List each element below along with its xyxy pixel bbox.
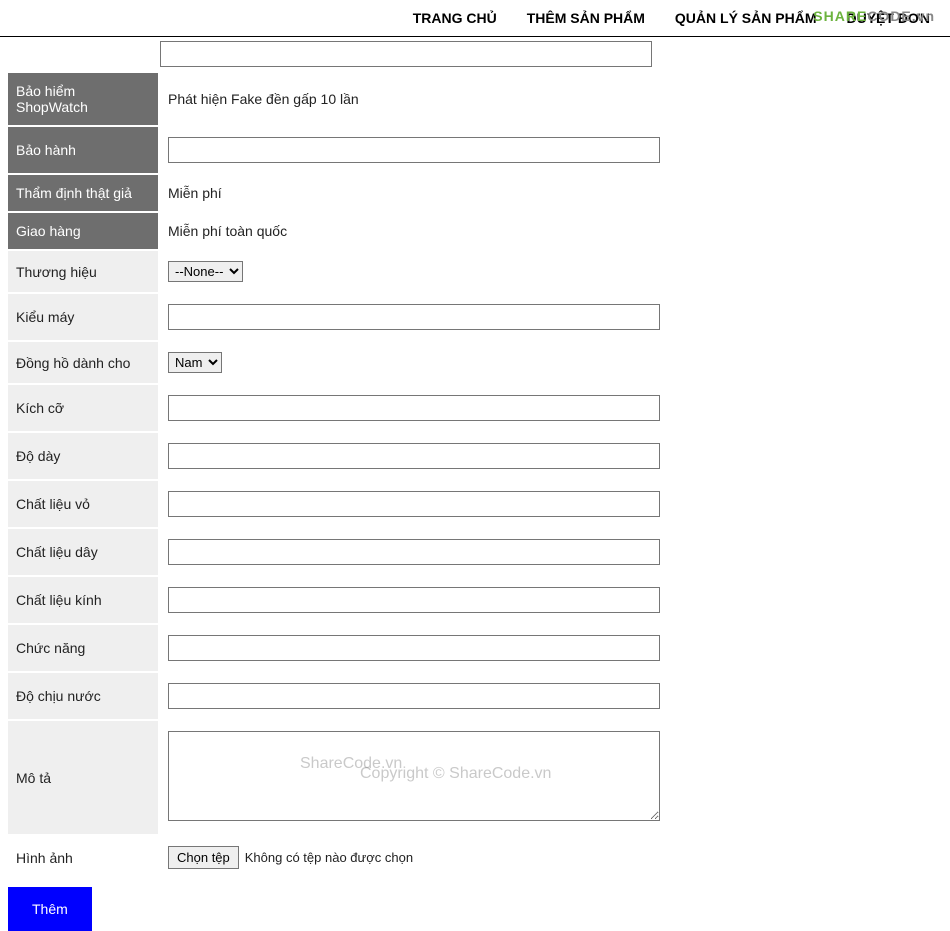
input-doday[interactable] bbox=[168, 443, 660, 469]
input-kieumay[interactable] bbox=[168, 304, 660, 330]
label-kichco: Kích cỡ bbox=[8, 385, 158, 431]
nav-home[interactable]: TRANG CHỦ bbox=[413, 10, 497, 26]
input-chatlieuvo[interactable] bbox=[168, 491, 660, 517]
value-baohiem: Phát hiện Fake đền gấp 10 lần bbox=[160, 73, 672, 125]
label-baohanh: Bảo hành bbox=[8, 127, 158, 173]
input-chatlieukinh[interactable] bbox=[168, 587, 660, 613]
nav-manage-product[interactable]: QUẢN LÝ SẢN PHẨM bbox=[675, 10, 817, 26]
value-giaohang: Miễn phí toàn quốc bbox=[160, 213, 672, 249]
top-nav: TRANG CHỦ THÊM SẢN PHẨM QUẢN LÝ SẢN PHẨM… bbox=[0, 0, 950, 37]
label-kieumay: Kiểu máy bbox=[8, 294, 158, 340]
label-chucnang: Chức năng bbox=[8, 625, 158, 671]
file-status-text: Không có tệp nào được chọn bbox=[245, 850, 413, 865]
logo-suffix: .vn bbox=[912, 8, 935, 24]
input-dochiunuoc[interactable] bbox=[168, 683, 660, 709]
logo-part1: SHARE bbox=[813, 8, 867, 24]
file-choose-button[interactable]: Chọn tệp bbox=[168, 846, 239, 869]
label-baohiem: Bảo hiểm ShopWatch bbox=[8, 73, 158, 125]
input-kichco[interactable] bbox=[168, 395, 660, 421]
nav-add-product[interactable]: THÊM SẢN PHẨM bbox=[527, 10, 645, 26]
textarea-mota[interactable] bbox=[168, 731, 660, 821]
select-danhcho[interactable]: Nam bbox=[168, 352, 222, 373]
submit-button[interactable]: Thêm bbox=[8, 887, 92, 931]
label-doday: Độ dày bbox=[8, 433, 158, 479]
value-thamdinh: Miễn phí bbox=[160, 175, 672, 211]
logo-part2: CODE bbox=[867, 8, 911, 24]
label-chatlieukinh: Chất liệu kính bbox=[8, 577, 158, 623]
top-input-row bbox=[160, 41, 950, 67]
label-dochiunuoc: Độ chịu nước bbox=[8, 673, 158, 719]
label-giaohang: Giao hàng bbox=[8, 213, 158, 249]
label-hinhanh: Hình ảnh bbox=[8, 836, 158, 879]
input-chucnang[interactable] bbox=[168, 635, 660, 661]
product-form-table: Bảo hiểm ShopWatch Phát hiện Fake đền gấ… bbox=[6, 71, 674, 881]
input-chatlieuday[interactable] bbox=[168, 539, 660, 565]
file-row: Chọn tệp Không có tệp nào được chọn bbox=[168, 846, 664, 869]
label-mota: Mô tả bbox=[8, 721, 158, 834]
label-chatlieuday: Chất liệu dây bbox=[8, 529, 158, 575]
label-thuonghieu: Thương hiệu bbox=[8, 251, 158, 292]
label-chatlieuvo: Chất liệu vỏ bbox=[8, 481, 158, 527]
logo-watermark: SHARECODE.vn bbox=[813, 8, 935, 24]
select-thuonghieu[interactable]: --None-- bbox=[168, 261, 243, 282]
top-input[interactable] bbox=[160, 41, 652, 67]
label-danhcho: Đồng hồ dành cho bbox=[8, 342, 158, 383]
label-thamdinh: Thẩm định thật giả bbox=[8, 175, 158, 211]
input-baohanh[interactable] bbox=[168, 137, 660, 163]
